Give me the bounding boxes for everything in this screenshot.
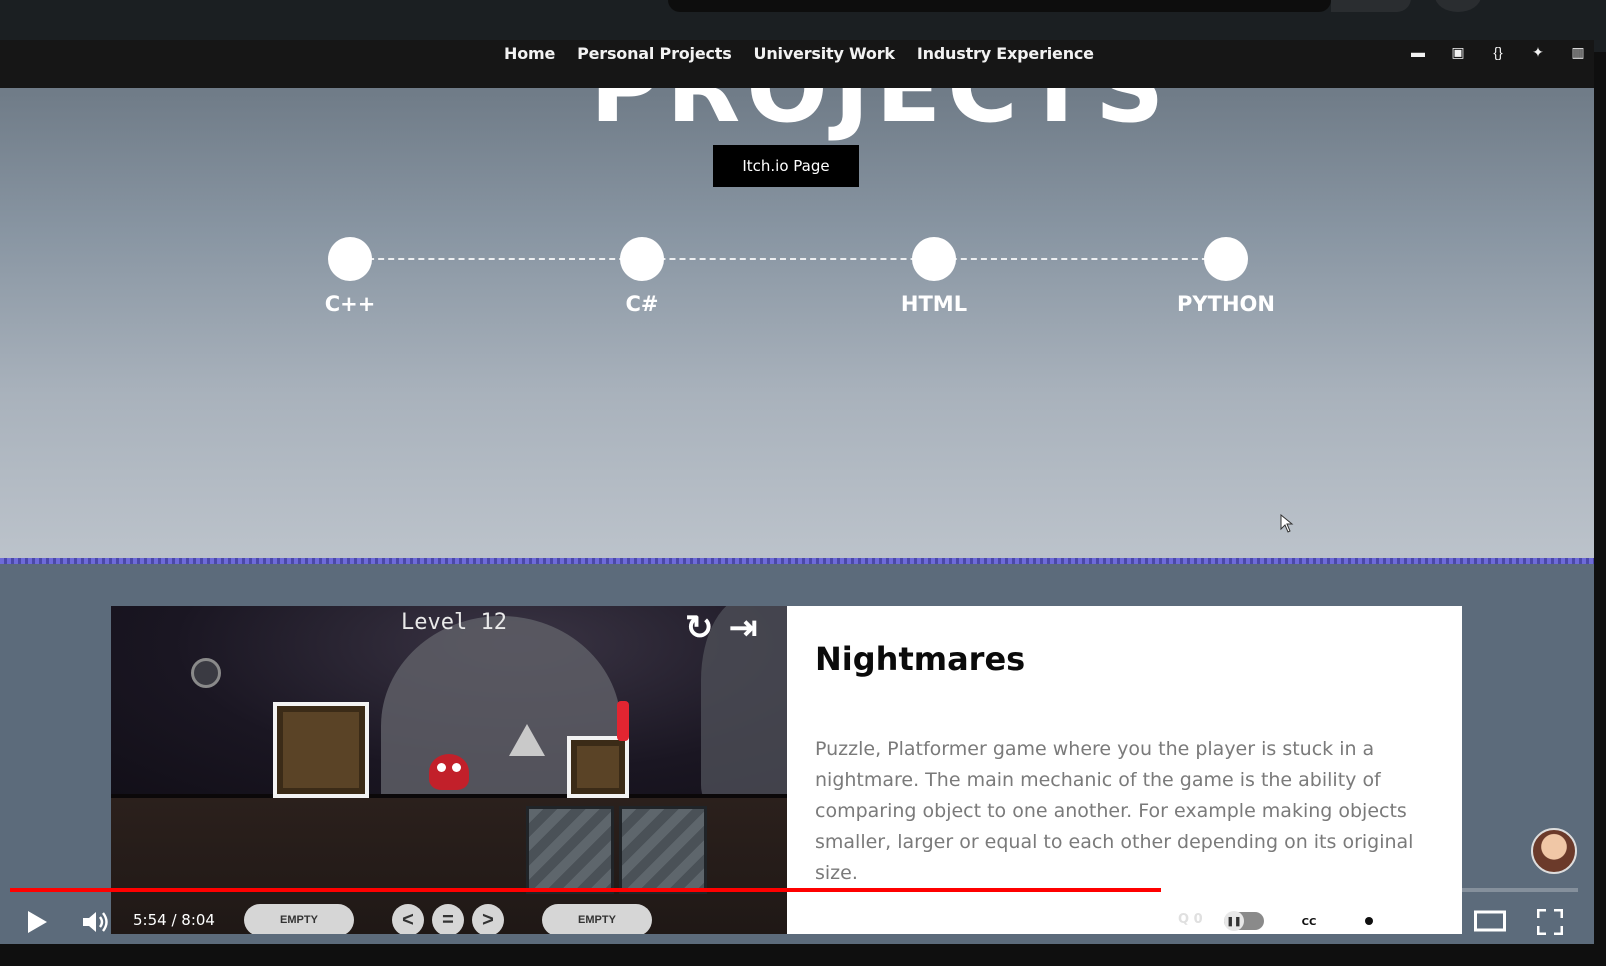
game-level-label: Level 12 — [401, 610, 507, 635]
progress-played[interactable] — [10, 888, 1161, 892]
timeline-node-python[interactable] — [1204, 237, 1248, 281]
svg-text:CC: CC — [1302, 917, 1317, 928]
site-navbar: Home Personal Projects University Work I… — [0, 40, 1594, 88]
project-screenshot: Level 12 ↻ ⇥ EMPTY < = > EMPTY — [111, 606, 787, 934]
settings-gear-icon[interactable] — [1356, 908, 1382, 934]
glass-block — [619, 806, 707, 894]
timeline-node-html[interactable] — [912, 237, 956, 281]
itch-page-button[interactable]: Itch.io Page — [713, 145, 859, 187]
channel-avatar[interactable] — [1531, 828, 1577, 874]
theater-mode-icon[interactable] — [1474, 910, 1506, 932]
autoplay-toggle[interactable]: ❚❚ — [1224, 911, 1264, 931]
nav-home[interactable]: Home — [504, 44, 555, 63]
code-icon[interactable]: {} — [1488, 44, 1508, 60]
exit-icon: ⇥ — [729, 609, 758, 647]
crate-large — [273, 702, 369, 798]
hud-less-button: < — [392, 904, 424, 934]
glass-block — [526, 806, 614, 894]
timeline-node-csharp[interactable] — [620, 237, 664, 281]
exclamation-icon — [617, 701, 629, 741]
nav-links: Home Personal Projects University Work I… — [504, 44, 1094, 63]
autoplay-label: Q 0 — [1178, 912, 1203, 927]
hud-greater-button: > — [472, 904, 504, 934]
page-bottom-strip — [0, 944, 1606, 966]
mic-button[interactable] — [1435, 0, 1481, 12]
hud-slot-right: EMPTY — [542, 904, 652, 934]
timeline-label-cpp: C++ — [324, 292, 376, 316]
timeline-label-csharp: C# — [625, 292, 659, 316]
captions-icon[interactable]: CC — [1295, 910, 1323, 932]
danger-sign-icon — [509, 724, 545, 756]
search-button[interactable] — [1331, 0, 1411, 12]
itch-icon[interactable]: ▥ — [1568, 44, 1588, 60]
video-frame[interactable]: Home Personal Projects University Work I… — [0, 0, 1606, 966]
search-bar[interactable] — [668, 0, 1331, 12]
timeline-node-cpp[interactable] — [328, 237, 372, 281]
timeline-line — [348, 258, 1228, 260]
twitter-icon[interactable]: ✦ — [1528, 44, 1548, 60]
hero-section: PROJECTS Itch.io Page C++ C# HTML PYTHON — [0, 88, 1594, 562]
project-card: Nightmares Puzzle, Platformer game where… — [787, 606, 1462, 934]
hud-slot-left: EMPTY — [244, 904, 354, 934]
mouse-cursor-icon — [1280, 514, 1294, 533]
play-icon[interactable] — [26, 910, 48, 934]
linkedin-icon[interactable]: ▣ — [1448, 44, 1468, 60]
timeline-label-html: HTML — [900, 292, 968, 316]
nav-university-work[interactable]: University Work — [754, 44, 896, 63]
youtube-icon[interactable]: ▬ — [1408, 44, 1428, 60]
player-character — [429, 754, 469, 790]
timeline-label-python: PYTHON — [1177, 292, 1275, 316]
crate-small — [567, 736, 629, 798]
project-description: Puzzle, Platformer game where you the pl… — [815, 738, 1414, 884]
pause-icon: ❚❚ — [1224, 911, 1244, 931]
social-links: ▬ ▣ {} ✦ ▥ — [1408, 44, 1588, 60]
fullscreen-icon[interactable] — [1537, 909, 1563, 935]
clock-icon — [191, 658, 221, 688]
nav-industry-experience[interactable]: Industry Experience — [917, 44, 1094, 63]
hud-equal-button: = — [432, 904, 464, 934]
project-title: Nightmares — [815, 640, 1026, 678]
volume-icon[interactable] — [82, 910, 110, 934]
restart-icon: ↻ — [685, 609, 714, 647]
miniplayer-icon[interactable] — [1414, 910, 1444, 932]
time-display: 5:54 / 8:04 — [133, 911, 215, 929]
nav-personal-projects[interactable]: Personal Projects — [577, 44, 732, 63]
page-title: PROJECTS — [590, 88, 1171, 144]
